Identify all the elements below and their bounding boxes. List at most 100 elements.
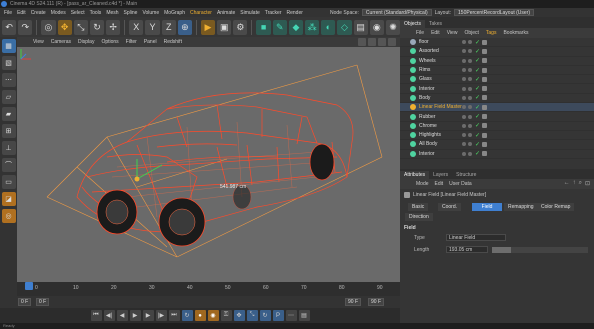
object-menu-tags[interactable]: Tags: [486, 30, 497, 36]
material-tag-icon[interactable]: [482, 76, 487, 82]
viewport-menu-options[interactable]: Options: [101, 39, 118, 45]
object-row[interactable]: Wheels ✓: [400, 57, 594, 66]
visibility-dots[interactable]: [462, 68, 472, 73]
type-dropdown[interactable]: Linear Field: [446, 234, 506, 241]
next-frame-icon[interactable]: ▶: [142, 310, 154, 321]
object-row[interactable]: All Body ✓: [400, 140, 594, 150]
viewport-menu-cameras[interactable]: Cameras: [51, 39, 71, 45]
model-mode-icon[interactable]: ▦: [1, 39, 16, 53]
attr-menu-user-data[interactable]: User Data: [449, 181, 472, 187]
viewport-rotate-icon[interactable]: [378, 38, 386, 46]
uv-mode-icon[interactable]: ⊞: [1, 124, 16, 138]
timeline-ruler[interactable]: 0 10 20 30 40 50 60 70 80 90: [17, 282, 400, 296]
material-tag-icon[interactable]: [482, 48, 487, 54]
node-space-dropdown[interactable]: Current (Standard/Physical): [361, 9, 432, 16]
keyframe-selection-icon[interactable]: ⚿: [220, 310, 232, 321]
material-tag-icon[interactable]: [482, 104, 487, 110]
camera-icon[interactable]: ◉: [369, 19, 384, 35]
enabled-check-icon[interactable]: ✓: [475, 150, 480, 157]
edges-mode-icon[interactable]: ▱: [1, 90, 16, 104]
viewport-maximize-icon[interactable]: [388, 38, 396, 46]
object-row[interactable]: floor ✓: [400, 38, 594, 48]
material-tag-icon[interactable]: [482, 95, 487, 101]
object-menu-edit[interactable]: Edit: [431, 30, 440, 36]
record-keyframe-icon[interactable]: ●: [194, 310, 206, 321]
viewport-move-icon[interactable]: [358, 38, 366, 46]
up-arrow-icon[interactable]: ↑: [573, 180, 576, 187]
current-frame-field[interactable]: 0 F: [18, 298, 32, 306]
point-level-key-icon[interactable]: ⋯: [285, 310, 297, 321]
transform-tool-icon[interactable]: ✢: [106, 19, 121, 35]
material-tag-icon[interactable]: [482, 141, 487, 147]
3d-viewport[interactable]: 541.987 cm: [17, 47, 400, 282]
object-row[interactable]: Rims ✓: [400, 66, 594, 76]
enabled-check-icon[interactable]: ✓: [475, 76, 480, 83]
boole-icon[interactable]: ◐: [321, 19, 336, 35]
enabled-check-icon[interactable]: ✓: [475, 67, 480, 74]
visibility-dots[interactable]: [462, 105, 472, 110]
enabled-check-icon[interactable]: ✓: [475, 104, 480, 111]
object-row[interactable]: Linear Field Master ✓: [400, 103, 594, 113]
visibility-dots[interactable]: [462, 133, 472, 138]
floor-icon[interactable]: ▤: [353, 19, 368, 35]
menu-tools[interactable]: Tools: [90, 10, 102, 16]
start-frame-field[interactable]: 0 F: [36, 298, 50, 306]
visibility-dots[interactable]: [462, 151, 472, 156]
visibility-dots[interactable]: [462, 95, 472, 100]
menu-render[interactable]: Render: [287, 10, 303, 16]
visibility-dots[interactable]: [462, 49, 472, 54]
material-tag-icon[interactable]: [482, 151, 487, 157]
render-picture-viewer-icon[interactable]: ▣: [217, 19, 232, 35]
go-to-end-icon[interactable]: ⏭: [168, 310, 180, 321]
autokey-icon[interactable]: ◉: [207, 310, 219, 321]
tab-structure[interactable]: Structure: [452, 171, 480, 179]
object-row[interactable]: Rubber ✓: [400, 112, 594, 122]
object-row[interactable]: Interior ✓: [400, 150, 594, 159]
tab-layers[interactable]: Layers: [429, 171, 452, 179]
next-key-icon[interactable]: |▶: [155, 310, 167, 321]
visibility-dots[interactable]: [462, 77, 472, 82]
position-key-icon[interactable]: ✥: [233, 310, 245, 321]
viewport-menu-display[interactable]: Display: [78, 39, 94, 45]
y-axis-lock-icon[interactable]: Y: [145, 19, 160, 35]
timeline-playhead[interactable]: [25, 282, 33, 290]
visibility-dots[interactable]: [462, 114, 472, 119]
lock-icon[interactable]: ◎: [1, 209, 16, 223]
live-selection-icon[interactable]: ◎: [41, 19, 56, 35]
subtab-basic[interactable]: Basic: [408, 203, 429, 211]
previous-frame-icon[interactable]: ◀: [116, 310, 128, 321]
menu-volume[interactable]: Volume: [142, 10, 159, 16]
layout-dropdown[interactable]: 150PercentRecordLayout (User): [454, 9, 535, 16]
menu-modes[interactable]: Modes: [51, 10, 66, 16]
light-icon[interactable]: ✺: [385, 19, 401, 35]
tab-objects[interactable]: Objects: [400, 20, 425, 28]
viewport-zoom-icon[interactable]: [368, 38, 376, 46]
object-menu-file[interactable]: File: [416, 30, 424, 36]
enabled-check-icon[interactable]: ✓: [475, 39, 480, 46]
parameter-key-icon[interactable]: P: [272, 310, 284, 321]
length-field[interactable]: 193.05 cm: [446, 246, 488, 253]
points-mode-icon[interactable]: ⋯: [1, 73, 16, 87]
material-tag-icon[interactable]: [482, 114, 487, 120]
preview-end-field[interactable]: 90 F: [368, 298, 385, 306]
subtab-coord[interactable]: Coord.: [438, 203, 462, 211]
texture-mode-icon[interactable]: ▧: [1, 56, 16, 70]
visibility-dots[interactable]: [462, 142, 472, 147]
go-to-start-icon[interactable]: ⏮: [90, 310, 102, 321]
tab-takes[interactable]: Takes: [425, 20, 446, 28]
enabled-check-icon[interactable]: ✓: [475, 57, 480, 64]
menu-edit[interactable]: Edit: [17, 10, 26, 16]
visibility-dots[interactable]: [462, 86, 472, 91]
render-view-icon[interactable]: ▶: [200, 19, 216, 35]
search-icon[interactable]: ⌕: [579, 180, 582, 187]
object-menu-object[interactable]: Object: [464, 30, 478, 36]
menu-spline[interactable]: Spline: [124, 10, 138, 16]
object-row[interactable]: Interior ✓: [400, 84, 594, 94]
viewport-menu-redshift[interactable]: Redshift: [164, 39, 182, 45]
rotation-key-icon[interactable]: ↻: [259, 310, 271, 321]
enabled-check-icon[interactable]: ✓: [475, 48, 480, 55]
enabled-check-icon[interactable]: ✓: [475, 141, 480, 148]
subtab-remapping[interactable]: Remapping: [504, 203, 538, 211]
material-tag-icon[interactable]: [482, 39, 487, 45]
render-settings-icon[interactable]: ⚙: [233, 19, 248, 35]
